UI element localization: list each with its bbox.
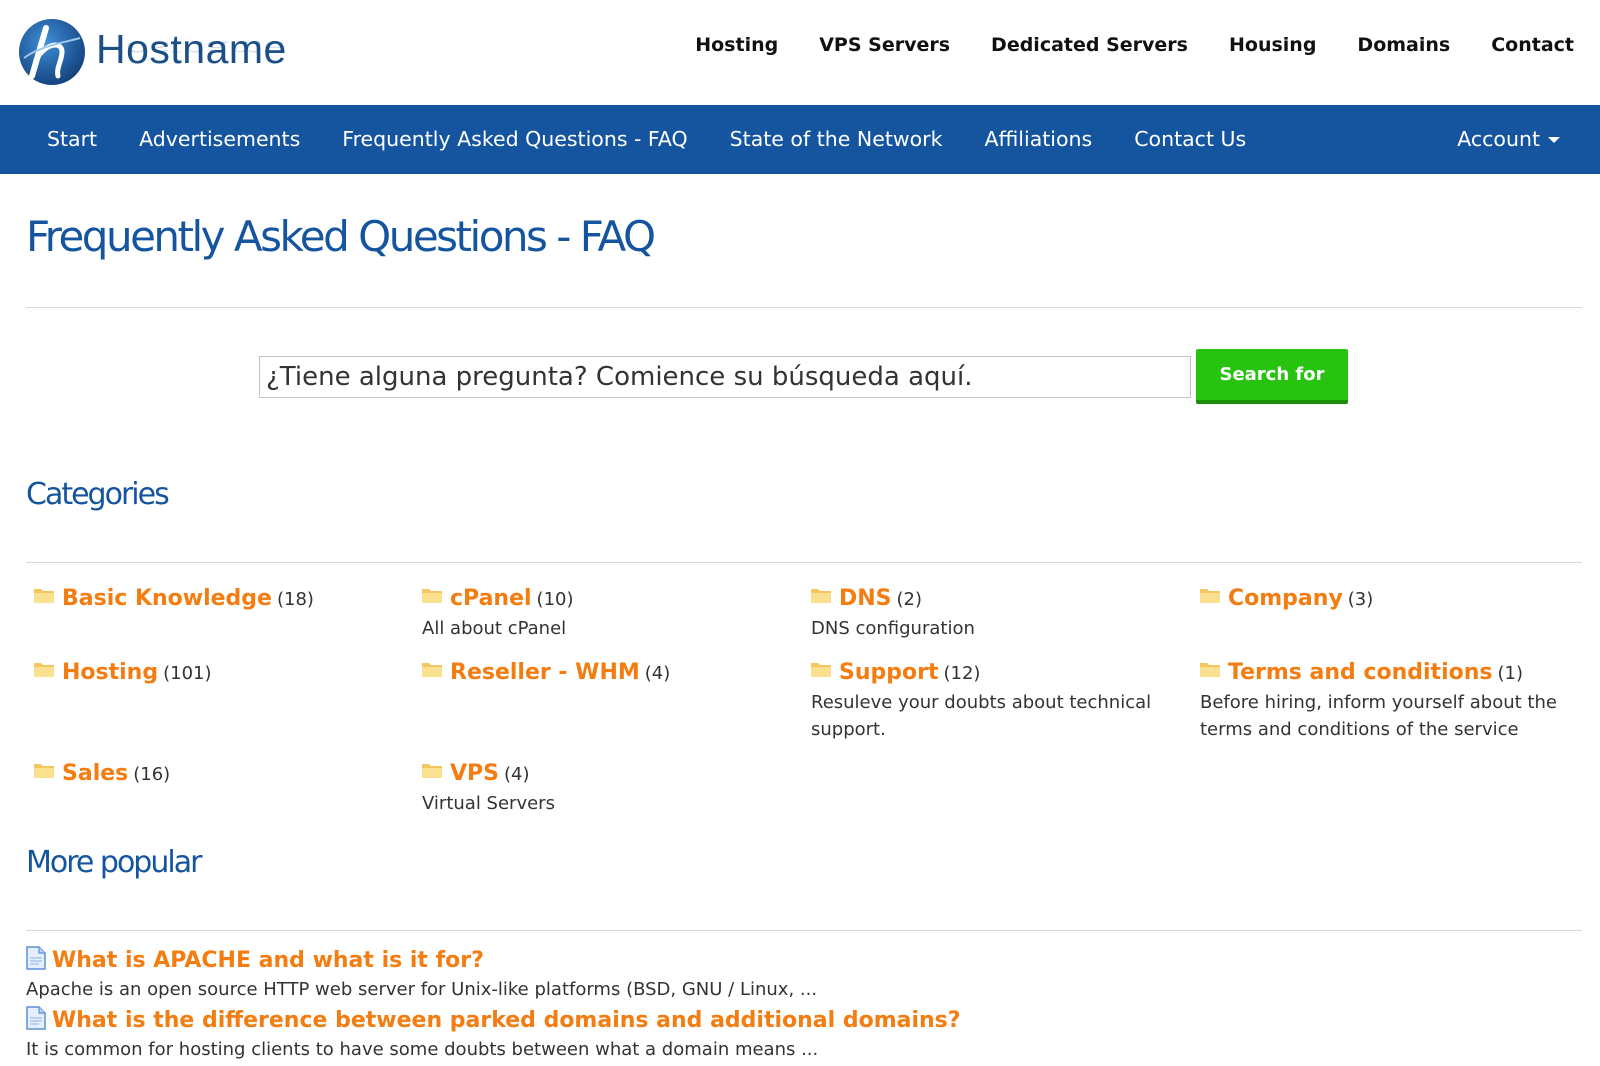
logo-reflection: Hostname: [96, 37, 287, 60]
category-item: DNS (2) DNS configuration: [811, 586, 1191, 642]
category-link-basic-knowledge[interactable]: Basic Knowledge: [62, 586, 272, 611]
logo-mark-icon: [19, 19, 85, 85]
top-nav-domains[interactable]: Domains: [1357, 34, 1450, 56]
top-nav-dedicated-servers[interactable]: Dedicated Servers: [991, 34, 1188, 56]
category-link-terms[interactable]: Terms and conditions: [1228, 660, 1492, 685]
folder-icon: [811, 661, 831, 677]
top-nav-hosting[interactable]: Hosting: [695, 34, 778, 56]
popular-question-link[interactable]: What is the difference between parked do…: [52, 1008, 961, 1033]
category-count: (1): [1497, 663, 1523, 684]
category-count: (3): [1347, 589, 1374, 610]
category-count: (2): [896, 589, 923, 610]
category-item: VPS (4) Virtual Servers: [422, 761, 802, 817]
category-description: DNS configuration: [811, 618, 975, 639]
folder-icon: [34, 661, 54, 677]
category-description: Virtual Servers: [422, 793, 555, 814]
folder-icon: [811, 587, 831, 603]
divider: [26, 307, 1582, 308]
category-description: Before hiring, inform yourself about the…: [1200, 692, 1557, 740]
folder-icon: [422, 661, 442, 677]
popular-item: What is APACHE and what is it for? Apach…: [26, 945, 1126, 1000]
category-description: Resuleve your doubts about technical sup…: [811, 692, 1152, 740]
categories-heading: Categories: [26, 477, 170, 512]
site-logo[interactable]: Hostname Hostname: [18, 18, 318, 88]
category-link-support[interactable]: Support: [839, 660, 938, 685]
category-link-company[interactable]: Company: [1228, 586, 1343, 611]
top-nav-contact[interactable]: Contact: [1491, 34, 1574, 56]
category-count: (12): [943, 663, 981, 684]
category-item: Company (3): [1200, 586, 1580, 611]
folder-icon: [34, 762, 54, 778]
category-link-sales[interactable]: Sales: [62, 761, 128, 786]
top-header: Hostname Hostname Hosting VPS Servers De…: [0, 0, 1600, 105]
caret-down-icon: [1548, 137, 1560, 143]
category-count: (10): [536, 589, 574, 610]
top-nav-housing[interactable]: Housing: [1229, 34, 1316, 56]
category-count: (4): [504, 764, 530, 785]
category-count: (101): [163, 663, 212, 684]
category-item: Reseller - WHM (4): [422, 660, 802, 685]
top-nav: Hosting VPS Servers Dedicated Servers Ho…: [695, 34, 1574, 56]
popular-snippet: Apache is an open source HTTP web server…: [26, 979, 818, 1000]
folder-icon: [422, 762, 442, 778]
category-description: All about cPanel: [422, 618, 567, 639]
popular-snippet: It is common for hosting clients to have…: [26, 1039, 819, 1060]
folder-icon: [1200, 587, 1220, 603]
popular-heading: More popular: [26, 845, 202, 880]
divider: [26, 930, 1582, 931]
category-item: Basic Knowledge (18): [34, 586, 414, 611]
category-link-reseller-whm[interactable]: Reseller - WHM: [450, 660, 640, 685]
page-title: Frequently Asked Questions - FAQ: [26, 212, 656, 261]
category-link-vps[interactable]: VPS: [450, 761, 499, 786]
category-item: Sales (16): [34, 761, 414, 786]
folder-icon: [34, 587, 54, 603]
main-nav-advertisements[interactable]: Advertisements: [118, 105, 321, 174]
main-nav-affiliations[interactable]: Affiliations: [963, 105, 1113, 174]
category-link-hosting[interactable]: Hosting: [62, 660, 158, 685]
top-nav-vps-servers[interactable]: VPS Servers: [819, 34, 950, 56]
folder-icon: [1200, 661, 1220, 677]
account-label: Account: [1457, 127, 1540, 151]
search-input[interactable]: [259, 356, 1191, 398]
document-icon: [26, 945, 46, 970]
main-nav-contact-us[interactable]: Contact Us: [1113, 105, 1267, 174]
popular-item: What is the difference between parked do…: [26, 1005, 1126, 1060]
category-count: (18): [276, 589, 314, 610]
account-dropdown[interactable]: Account: [1457, 105, 1560, 174]
category-link-cpanel[interactable]: cPanel: [450, 586, 532, 611]
search-button[interactable]: Search for: [1196, 349, 1348, 404]
main-nav-network-state[interactable]: State of the Network: [709, 105, 964, 174]
category-count: (4): [644, 663, 671, 684]
popular-question-link[interactable]: What is APACHE and what is it for?: [52, 948, 484, 973]
category-item: Terms and conditions (1) Before hiring, …: [1200, 660, 1580, 743]
category-item: Hosting (101): [34, 660, 414, 685]
category-item: Support (12) Resuleve your doubts about …: [811, 660, 1191, 743]
main-nav-start[interactable]: Start: [26, 105, 118, 174]
document-icon: [26, 1005, 46, 1030]
main-nav: Start Advertisements Frequently Asked Qu…: [0, 105, 1600, 174]
category-item: cPanel (10) All about cPanel: [422, 586, 802, 642]
category-link-dns[interactable]: DNS: [839, 586, 892, 611]
category-count: (16): [133, 764, 171, 785]
main-nav-faq[interactable]: Frequently Asked Questions - FAQ: [321, 105, 708, 174]
folder-icon: [422, 587, 442, 603]
divider: [26, 562, 1582, 563]
